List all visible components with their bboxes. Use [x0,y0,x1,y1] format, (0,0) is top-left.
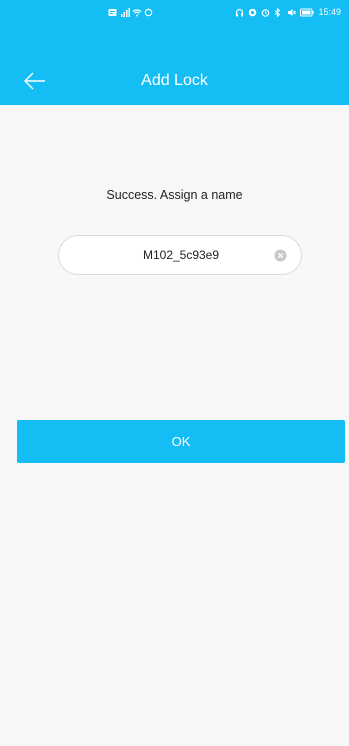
clear-icon [274,249,287,262]
status-time: 15:49 [318,7,341,17]
lock-name-field [58,235,302,275]
bluetooth-icon [274,7,283,17]
status-left [108,6,153,18]
eye-icon [248,8,257,17]
battery-icon [300,8,315,17]
wifi-icon [132,8,142,17]
headset-icon [235,8,244,17]
mute-icon [287,8,297,17]
signal-icon [120,7,130,17]
lock-name-input[interactable] [89,236,273,274]
sync-icon [144,8,153,17]
page-title: Add Lock [141,72,208,89]
alarm-icon [261,8,270,17]
status-bar: 15:49 [0,0,349,26]
app-bar: 15:49 Add Lock [0,0,349,105]
clear-button[interactable] [274,249,287,262]
nav-bar: Add Lock [0,58,349,102]
status-right: 15:49 [235,5,341,19]
notification-icon [108,8,117,17]
success-message: Success. Assign a name [106,188,243,202]
ok-button[interactable]: OK [17,420,345,463]
